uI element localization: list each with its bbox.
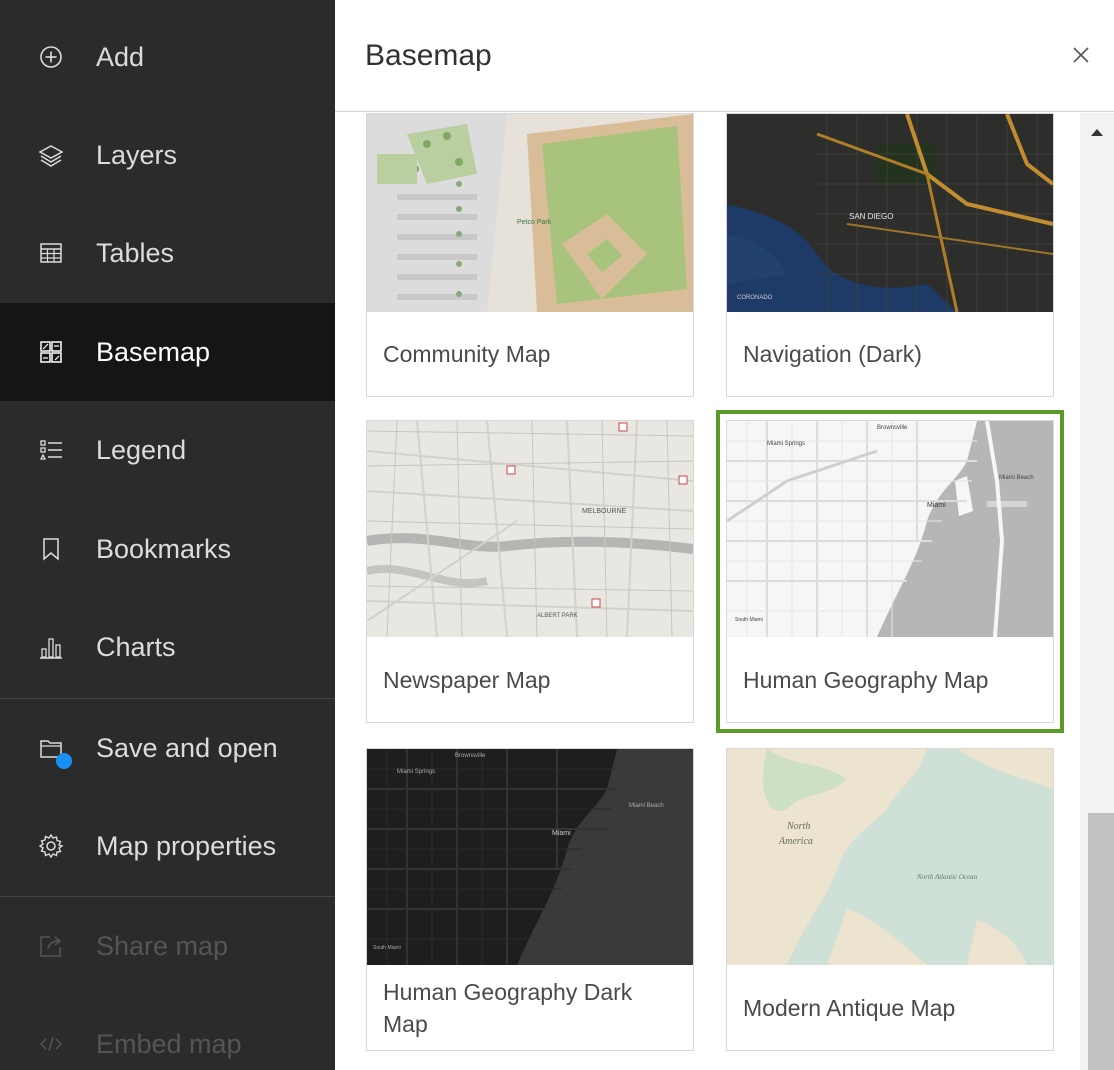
basemap-card-label: Navigation (Dark) — [743, 341, 922, 367]
scroll-up-arrow-icon[interactable] — [1091, 129, 1103, 136]
table-icon — [38, 240, 64, 266]
sidebar-item-label: Tables — [96, 237, 175, 268]
legend-icon — [38, 437, 64, 463]
notification-dot — [56, 753, 72, 769]
map-label: South Miami — [373, 945, 401, 951]
sidebar: Add Layers Tables Basemap Legend Bookmar… — [0, 0, 335, 1070]
map-label: Miami Beach — [999, 475, 1034, 481]
basemap-gallery: Petco Park Community Map SAN DIEGO CORON… — [335, 113, 1080, 1070]
sidebar-item-bookmarks[interactable]: Bookmarks — [0, 500, 335, 598]
sidebar-item-share-map: Share map — [0, 897, 335, 995]
sidebar-item-label: Embed map — [96, 1028, 242, 1059]
basemap-thumbnail: SAN DIEGO CORONADO — [727, 114, 1053, 312]
code-icon — [38, 1031, 64, 1057]
add-circle-icon — [38, 44, 64, 70]
sidebar-item-label: Layers — [96, 139, 178, 170]
sidebar-item-label: Charts — [96, 631, 176, 662]
sidebar-item-tables[interactable]: Tables — [0, 204, 335, 302]
map-label: Miami Springs — [767, 441, 805, 447]
gear-icon — [38, 833, 64, 859]
basemap-icon — [38, 339, 64, 365]
map-label: Miami Springs — [397, 769, 435, 775]
sidebar-item-label: Share map — [96, 930, 229, 961]
sidebar-item-label: Bookmarks — [96, 533, 232, 564]
scrollbar[interactable] — [1080, 113, 1114, 1070]
sidebar-item-label: Save and open — [96, 732, 278, 763]
basemap-card-label: Human Geography Map — [743, 667, 989, 693]
sidebar-item-basemap[interactable]: Basemap — [0, 303, 335, 401]
sidebar-item-add[interactable]: Add — [0, 8, 335, 106]
sidebar-item-embed-map: Embed map — [0, 995, 335, 1070]
close-icon[interactable] — [1070, 44, 1092, 66]
basemap-thumbnail: Brownsville Miami Springs Miami Beach Mi… — [727, 421, 1053, 637]
basemap-card-label: Modern Antique Map — [743, 995, 956, 1021]
basemap-card-navigation-dark[interactable]: SAN DIEGO CORONADO Navigation (Dark) — [726, 113, 1054, 397]
map-label: Brownsville — [877, 425, 908, 431]
map-label: America — [778, 836, 813, 847]
basemap-card-label: Community Map — [383, 341, 551, 367]
layers-icon — [38, 142, 64, 168]
basemap-card-human-geography-dark[interactable]: Brownsville Miami Springs Miami Beach Mi… — [366, 748, 694, 1051]
map-label: Petco Park — [517, 219, 552, 226]
sidebar-item-label: Map properties — [96, 830, 277, 861]
map-label: SAN DIEGO — [849, 212, 893, 221]
sidebar-item-label: Basemap — [96, 336, 211, 367]
basemap-card-community[interactable]: Petco Park Community Map — [366, 113, 694, 397]
panel-header: Basemap — [335, 0, 1114, 112]
sidebar-item-legend[interactable]: Legend — [0, 401, 335, 499]
sidebar-item-save-and-open[interactable]: Save and open — [0, 699, 335, 797]
folder-icon — [38, 735, 72, 769]
basemap-thumbnail: MELBOURNE ALBERT PARK — [367, 421, 693, 637]
map-label: South Miami — [735, 617, 763, 623]
map-label: ALBERT PARK — [537, 613, 578, 619]
map-label: CORONADO — [737, 295, 773, 301]
basemap-card-newspaper[interactable]: MELBOURNE ALBERT PARK Newspaper Map — [366, 420, 694, 723]
map-label: North — [786, 821, 810, 832]
map-label: MELBOURNE — [582, 508, 627, 515]
map-label: Miami Beach — [629, 803, 664, 809]
basemap-card-modern-antique[interactable]: North America North Atlantic Ocean Moder… — [726, 748, 1054, 1051]
basemap-card-label: Newspaper Map — [383, 667, 551, 693]
map-label: Miami — [552, 830, 571, 837]
sidebar-item-label: Add — [96, 41, 145, 72]
sidebar-item-map-properties[interactable]: Map properties — [0, 797, 335, 895]
scroll-thumb[interactable] — [1088, 813, 1114, 1070]
map-label: North Atlantic Ocean — [916, 873, 978, 881]
basemap-card-label: Human Geography Dark Map — [383, 979, 633, 1037]
basemap-card-human-geography[interactable]: Brownsville Miami Springs Miami Beach Mi… — [716, 410, 1064, 733]
sidebar-item-label: Legend — [96, 434, 187, 465]
chart-icon — [38, 634, 64, 660]
sidebar-item-charts[interactable]: Charts — [0, 598, 335, 696]
map-label: Miami — [927, 502, 946, 509]
basemap-thumbnail: Petco Park — [367, 114, 693, 312]
basemap-panel: Basemap Petco Park Community Map SAN DIE… — [335, 0, 1114, 1070]
bookmark-icon — [38, 536, 64, 562]
basemap-thumbnail: Brownsville Miami Springs Miami Beach Mi… — [367, 749, 693, 965]
basemap-thumbnail: North America North Atlantic Ocean — [727, 749, 1053, 965]
panel-title: Basemap — [365, 38, 492, 72]
sidebar-item-layers[interactable]: Layers — [0, 106, 335, 204]
map-label: Brownsville — [455, 753, 486, 759]
share-icon — [38, 933, 64, 959]
